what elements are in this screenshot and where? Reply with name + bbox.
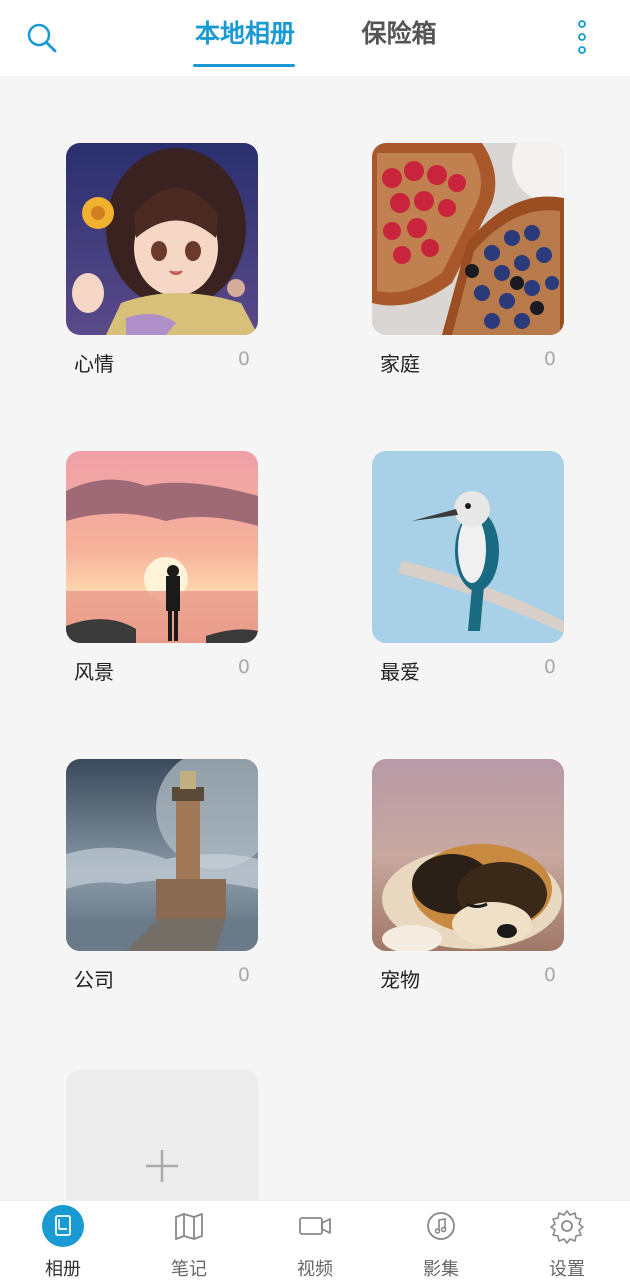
nav-item-collection[interactable]: 影集 xyxy=(378,1201,504,1280)
gear-icon xyxy=(546,1205,588,1247)
nav-label: 相册 xyxy=(45,1259,81,1280)
nav-item-album[interactable]: 相册 xyxy=(0,1201,126,1280)
album-count: 0 xyxy=(237,964,250,986)
album-cover-company xyxy=(66,759,258,951)
tab-local-album[interactable]: 本地相册 xyxy=(190,16,300,56)
album-count: 0 xyxy=(237,656,250,678)
album-card-company[interactable]: 公司 0 xyxy=(66,759,258,1004)
nav-label: 设置 xyxy=(549,1259,585,1280)
album-card-mood[interactable]: 心情 0 xyxy=(66,143,258,388)
plus-icon xyxy=(146,1150,178,1182)
nav-item-notes[interactable]: 笔记 xyxy=(126,1201,252,1280)
album-name: 最爱 xyxy=(380,660,420,684)
video-icon xyxy=(294,1205,336,1247)
more-vertical-icon xyxy=(578,20,586,54)
search-button[interactable] xyxy=(24,20,60,56)
more-options-button[interactable] xyxy=(570,18,594,58)
album-card-scenery[interactable]: 风景 0 xyxy=(66,451,258,696)
album-name: 心情 xyxy=(74,352,114,376)
album-name: 宠物 xyxy=(380,968,420,992)
album-count: 0 xyxy=(237,348,250,370)
top-bar: 本地相册 保险箱 xyxy=(0,0,630,76)
album-icon xyxy=(42,1205,84,1247)
album-cover-favorite xyxy=(372,451,564,643)
map-icon xyxy=(168,1205,210,1247)
album-card-favorite[interactable]: 最爱 0 xyxy=(372,451,564,696)
album-count: 0 xyxy=(543,656,556,678)
album-cover-pet xyxy=(372,759,564,951)
album-name: 公司 xyxy=(74,968,114,992)
music-icon xyxy=(420,1205,462,1247)
album-name: 风景 xyxy=(74,660,114,684)
album-card-pet[interactable]: 宠物 0 xyxy=(372,759,564,1004)
bottom-navigation: 相册 笔记 视频 影集 设置 xyxy=(0,1200,630,1280)
album-count: 0 xyxy=(543,348,556,370)
album-name: 家庭 xyxy=(380,352,420,376)
nav-label: 视频 xyxy=(297,1259,333,1280)
album-card-family[interactable]: 家庭 0 xyxy=(372,143,564,388)
add-album-button[interactable] xyxy=(66,1070,258,1205)
nav-label: 影集 xyxy=(423,1259,459,1280)
album-cover-family xyxy=(372,143,564,335)
tab-safe-box[interactable]: 保险箱 xyxy=(356,16,442,56)
active-tab-indicator xyxy=(193,64,295,67)
search-icon xyxy=(27,23,57,53)
nav-item-video[interactable]: 视频 xyxy=(252,1201,378,1280)
album-cover-scenery xyxy=(66,451,258,643)
nav-label: 笔记 xyxy=(171,1259,207,1280)
nav-item-settings[interactable]: 设置 xyxy=(504,1201,630,1280)
album-cover-mood xyxy=(66,143,258,335)
album-count: 0 xyxy=(543,964,556,986)
